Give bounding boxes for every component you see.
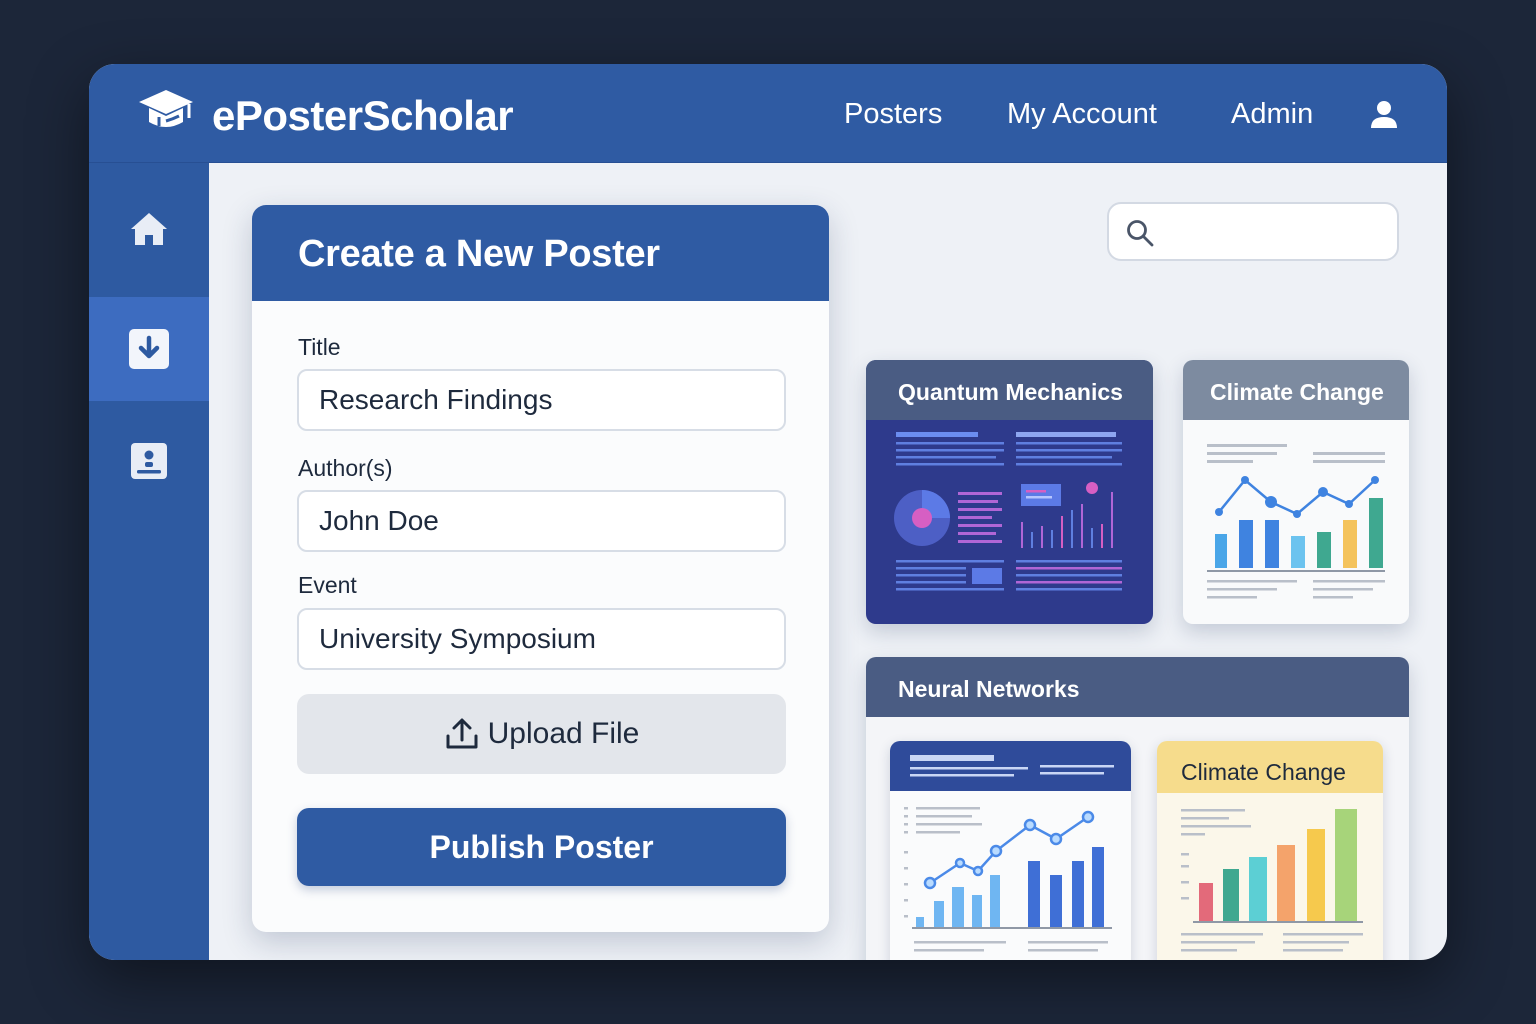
poster-thumbnail-neural[interactable] (890, 741, 1131, 960)
thumbnail-title: Climate Change (1157, 741, 1383, 793)
event-input[interactable] (297, 608, 786, 670)
create-poster-form: Create a New Poster Title Author(s) Even… (252, 205, 829, 932)
home-icon (131, 213, 167, 245)
upload-file-button[interactable]: Upload File (297, 694, 786, 774)
poster-thumbnail (894, 432, 1122, 591)
form-title: Create a New Poster (252, 205, 829, 301)
thumbnail-header (890, 741, 1131, 791)
nav-admin[interactable]: Admin (1231, 98, 1313, 131)
poster-card-neural-networks[interactable]: Neural Networks Climate Change (866, 657, 1409, 960)
poster-title: Neural Networks (866, 657, 1409, 717)
download-icon (129, 329, 169, 369)
poster-card-climate-change[interactable]: Climate Change (1183, 360, 1409, 624)
nav-posters[interactable]: Posters (844, 98, 942, 131)
authors-label: Author(s) (298, 455, 393, 481)
title-label: Title (298, 334, 341, 360)
nav-my-account[interactable]: My Account (1007, 98, 1157, 131)
top-navbar: ePosterScholar Posters My Account Admin (89, 64, 1447, 163)
upload-file-label: Upload File (487, 717, 640, 750)
authors-input[interactable] (297, 490, 786, 552)
main-content: Create a New Poster Title Author(s) Even… (209, 163, 1447, 960)
poster-thumbnail-climate[interactable]: Climate Change (1157, 741, 1383, 960)
sidebar (89, 163, 209, 960)
title-input[interactable] (297, 369, 786, 431)
event-label: Event (298, 572, 357, 598)
upload-icon (446, 718, 478, 749)
sidebar-item-download[interactable] (89, 297, 209, 401)
brand-name[interactable]: ePosterScholar (212, 92, 514, 140)
user-icon[interactable] (1368, 98, 1400, 130)
poster-title: Quantum Mechanics (866, 360, 1153, 420)
profile-icon (131, 443, 167, 479)
bar-chart-art (1181, 809, 1363, 952)
sidebar-item-profile[interactable] (89, 409, 209, 513)
sidebar-item-home[interactable] (89, 177, 209, 281)
search-box[interactable] (1107, 202, 1399, 261)
poster-card-quantum-mechanics[interactable]: Quantum Mechanics (866, 360, 1153, 624)
search-input[interactable] (1165, 212, 1385, 252)
line-bar-chart-art (904, 807, 1112, 952)
search-icon (1127, 220, 1154, 247)
app-window: ePosterScholar Posters My Account Admin (89, 64, 1447, 960)
graduation-cap-icon (139, 90, 193, 127)
publish-poster-button[interactable]: Publish Poster (297, 808, 786, 886)
poster-thumbnail (1207, 444, 1385, 599)
poster-title: Climate Change (1183, 360, 1409, 420)
